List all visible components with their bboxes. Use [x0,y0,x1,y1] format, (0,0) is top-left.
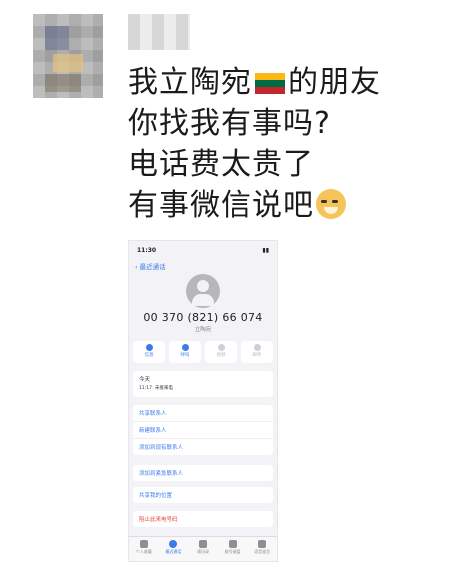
tab-voicemail[interactable]: 语音留言 [249,537,275,555]
location-options: 共享我的位置 [133,487,273,503]
status-bar: 11:30 ▮▮ [137,247,269,254]
message-text: 我立陶宛 的朋友 你找我有事吗? 电话费太贵了 有事微信说吧 [128,62,448,226]
keypad-icon [228,540,237,548]
phone-icon [181,344,189,351]
call-button[interactable]: 呼叫 [169,341,201,363]
mail-button[interactable]: 邮件 [241,341,273,363]
add-emergency-link[interactable]: 添加到紧急联系人 [133,465,273,481]
attached-screenshot[interactable]: 11:30 ▮▮ ‹ 最近通话 00 370 (821) 66 074 立陶宛 … [128,240,278,562]
star-icon [139,540,148,548]
clock-icon [169,540,178,548]
video-button[interactable]: 视频 [205,341,237,363]
sender-name [128,14,190,50]
recent-call-card: 今天 11:17 未接来电 [133,371,273,397]
contact-options: 共享联系人 新建联系人 添加到现有联系人 [133,405,273,455]
action-row: 信息 呼叫 视频 邮件 [133,341,273,363]
video-icon [217,344,225,351]
block-caller-link[interactable]: 阻止此来电号码 [133,511,273,527]
tab-contacts[interactable]: 通讯录 [190,537,216,555]
add-existing-link[interactable]: 添加到现有联系人 [133,439,273,455]
message-button[interactable]: 信息 [133,341,165,363]
back-link[interactable]: ‹ 最近通话 [129,254,277,271]
person-icon [198,540,207,548]
mail-icon [253,344,261,351]
contact-avatar-icon [186,274,220,308]
tab-bar: 个人收藏 最近通话 通讯录 拨号键盘 语音留言 [129,536,277,561]
emergency-options: 添加到紧急联系人 [133,465,273,481]
tab-recents[interactable]: 最近通话 [160,537,186,555]
sender-avatar[interactable] [33,14,103,98]
message-line-4: 有事微信说吧 [128,185,448,226]
new-contact-link[interactable]: 新建联系人 [133,422,273,439]
tab-favorites[interactable]: 个人收藏 [131,537,157,555]
voicemail-icon [258,540,267,548]
message-line-1: 我立陶宛 的朋友 [128,65,381,100]
phone-number: 00 370 (821) 66 074 [143,311,263,324]
message-icon [145,344,153,351]
block-options: 阻止此来电号码 [133,511,273,527]
share-contact-link[interactable]: 共享联系人 [133,405,273,422]
lithuania-flag-icon [255,73,285,94]
doge-icon [316,189,346,219]
battery-icon: ▮▮ [262,247,269,254]
share-location-link[interactable]: 共享我的位置 [133,487,273,503]
message-line-3: 电话费太贵了 [128,147,314,182]
message-line-2: 你找我有事吗? [128,106,331,141]
tab-keypad[interactable]: 拨号键盘 [220,537,246,555]
number-location: 立陶宛 [194,327,212,333]
